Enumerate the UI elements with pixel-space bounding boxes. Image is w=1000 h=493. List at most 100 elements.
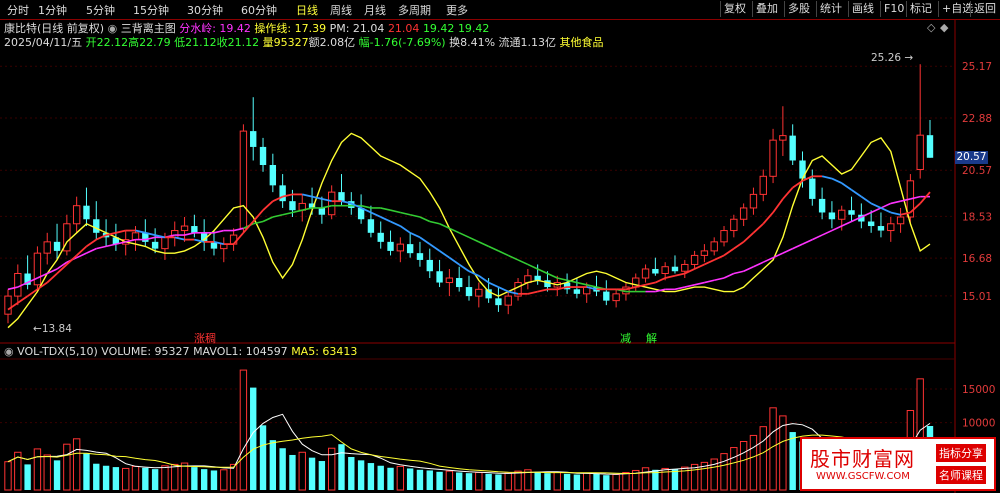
candle-body-up — [887, 223, 895, 232]
candle-body-up — [475, 288, 483, 297]
trend-line-segment — [448, 256, 460, 266]
watershed-line-segment — [213, 229, 224, 234]
candle-body-up — [43, 241, 51, 254]
price-axis-label: 18.53 — [962, 211, 992, 223]
trend-line-segment — [733, 241, 745, 250]
candle-body-up — [700, 250, 709, 256]
candle-body-up — [681, 263, 689, 272]
volume-bar-up — [553, 471, 561, 491]
watershed-line-segment — [782, 247, 794, 254]
volume-bar-down — [495, 474, 502, 490]
volume-title-line: ◉ VOL-TDX(5,10) VOLUME: 95327 MAVOL1: 10… — [4, 345, 357, 358]
trend-line-segment — [880, 207, 892, 214]
volume-bar-down — [250, 387, 257, 490]
candle-body-down — [269, 165, 277, 186]
volume-bar-down — [563, 473, 571, 490]
volume-bar-up — [641, 467, 650, 491]
trend-line-segment — [723, 247, 735, 257]
radio-icon-vol[interactable]: ◉ — [4, 345, 14, 358]
candle-body-up — [239, 130, 248, 229]
trend-line-segment — [46, 272, 58, 284]
watershed-line-segment — [468, 236, 480, 243]
watershed-line-segment — [576, 281, 587, 286]
volume-bar-down — [112, 467, 120, 490]
trend-line-segment — [821, 175, 833, 180]
candle-body-down — [259, 146, 267, 166]
candle-body-up — [641, 268, 650, 279]
watermark-brand: 股市财富网 — [810, 447, 915, 471]
candle-body-down — [456, 278, 463, 288]
candle-body-down — [387, 241, 394, 251]
watershed-line-segment — [704, 279, 715, 284]
volume-bar-up — [180, 462, 189, 491]
candle-body-up — [4, 295, 12, 315]
volume-bar-down — [151, 469, 159, 490]
watershed-line-segment — [537, 268, 548, 275]
volume-bar-up — [239, 369, 248, 491]
arrow-left-icon: ← — [33, 323, 42, 335]
volume-bar-down — [210, 470, 218, 490]
candle-body-up — [769, 139, 777, 177]
candle-body-down — [495, 298, 502, 306]
trend-line-segment — [645, 281, 656, 286]
candle-body-up — [710, 241, 718, 252]
volume-bar-down — [93, 463, 100, 490]
volume-bar-down — [406, 468, 414, 490]
volume-bar-down — [603, 475, 610, 490]
low-mark-value: 13.84 — [41, 323, 72, 335]
candle-body-up — [72, 205, 81, 225]
watershed-line-segment — [792, 243, 803, 250]
watershed-line-segment — [498, 250, 509, 257]
candle-body-up — [504, 295, 512, 306]
candle-body-down — [465, 287, 473, 297]
candle-body-down — [926, 135, 934, 158]
candle-body-up — [661, 266, 669, 274]
trend-line-segment — [890, 211, 901, 216]
vol-indicator-name[interactable]: VOL-TDX(5,10) — [17, 345, 98, 358]
kline-chart[interactable]: 25.17 22.88 20.57 18.53 16.68 15.01 15000 10000 — [0, 0, 1000, 493]
trend-line-segment — [851, 189, 862, 198]
price-axis-label: 15.01 — [962, 291, 992, 303]
volume-bar-up — [43, 454, 51, 491]
candle-body-down — [83, 205, 90, 220]
volume-bar-down — [191, 467, 198, 490]
volume-bar-down — [416, 469, 424, 490]
volume-bar-up — [769, 407, 777, 491]
candle-body-down — [191, 226, 198, 233]
watershed-line-segment — [753, 261, 764, 268]
candle-body-down — [789, 135, 796, 161]
trend-line-segment — [409, 231, 421, 239]
volume-bar-up — [622, 471, 630, 491]
watershed-line-segment — [390, 209, 401, 214]
signal-label-1: 涨稠 — [194, 332, 216, 345]
volume-bar-down — [83, 453, 90, 490]
current-price-box: 20.57 — [955, 151, 988, 164]
volume-bar-up — [161, 465, 169, 491]
watershed-line-segment — [821, 229, 833, 236]
vol-volume: VOLUME: 95327 — [101, 345, 190, 358]
trend-line-segment — [390, 220, 401, 227]
watershed-line-segment — [723, 272, 735, 279]
candle-body-down — [406, 244, 414, 254]
volume-bar-up — [131, 465, 140, 491]
watershed-line-segment — [262, 216, 274, 223]
candle-body-down — [848, 210, 855, 215]
candle-body-down — [671, 266, 679, 272]
trend-line-segment — [527, 290, 538, 295]
candle-body-down — [603, 291, 610, 301]
candle-body-down — [828, 212, 836, 220]
volume-bar-up — [63, 443, 71, 491]
volume-bar-down — [387, 467, 394, 490]
candle-body-down — [318, 207, 326, 215]
signal-label-2: 减 — [620, 332, 631, 345]
trend-line-segment — [302, 193, 313, 198]
volume-bar-down — [573, 474, 581, 490]
candle-body-up — [445, 277, 454, 284]
watershed-line-segment — [743, 265, 754, 272]
volume-bar-down — [289, 454, 296, 490]
trend-line-segment — [704, 259, 715, 266]
volume-bar-up — [749, 434, 758, 491]
volume-bar-up — [739, 440, 748, 491]
watermark: 股市财富网 WWW.GSCFW.COM 指标分享 名师课程 — [800, 437, 996, 491]
candle-body-down — [426, 259, 433, 272]
